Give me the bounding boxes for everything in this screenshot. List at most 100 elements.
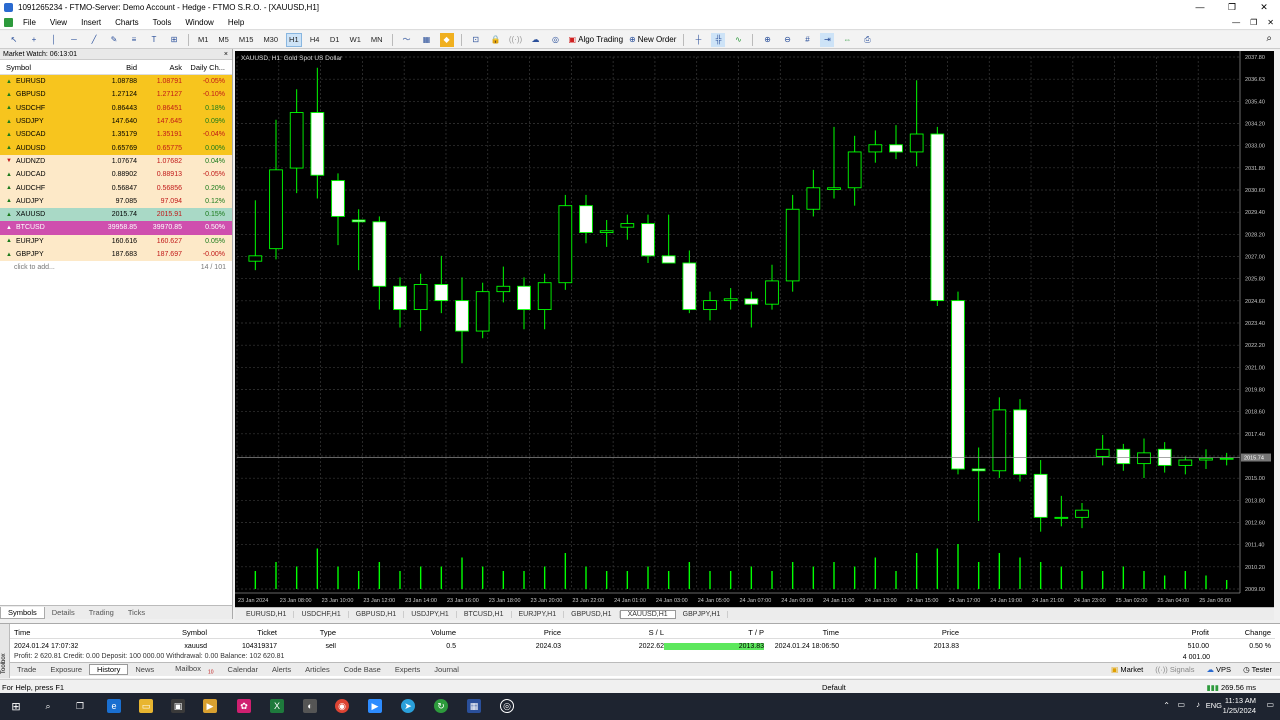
chrome-icon[interactable]: ◉	[335, 699, 349, 713]
status-profile[interactable]: Default	[822, 683, 846, 692]
app-icon-3[interactable]: ◐	[303, 699, 317, 713]
screenshot-icon[interactable]: ⎙	[860, 33, 874, 47]
media-icon[interactable]: ▶	[203, 699, 217, 713]
timeframe-h4[interactable]: H4	[308, 33, 322, 47]
channel-icon[interactable]: ≡	[127, 33, 141, 47]
tester-link[interactable]: ◷ Tester	[1243, 665, 1272, 674]
col-tp[interactable]: T / P	[664, 628, 764, 637]
tab-exposure[interactable]: Exposure	[43, 665, 89, 674]
tab-experts[interactable]: Experts	[388, 665, 427, 674]
list-item[interactable]: ▲ XAUUSD 2015.74 2015.91 0.15%	[0, 207, 232, 222]
mdi-close-button[interactable]: ✕	[1267, 15, 1274, 30]
signal-icon[interactable]: ((·))	[509, 33, 523, 47]
edge-icon[interactable]: e	[107, 699, 121, 713]
pen-icon[interactable]: ✎	[107, 33, 121, 47]
col-ticket[interactable]: Ticket	[207, 628, 277, 637]
menu-tools[interactable]: Tools	[147, 18, 180, 27]
col-volume[interactable]: Volume	[336, 628, 456, 637]
excel-icon[interactable]: X	[270, 699, 284, 713]
crosshair-icon[interactable]: +	[27, 33, 41, 47]
list-item[interactable]: ▲ USDCAD 1.35179 1.35191 -0.04%	[0, 128, 232, 142]
bar-chart-icon[interactable]: ┼	[691, 33, 705, 47]
tab-calendar[interactable]: Calendar	[221, 665, 265, 674]
chart-shift-icon[interactable]: ⇔	[840, 33, 854, 47]
new-order-button[interactable]: ⊕ New Order	[629, 33, 676, 47]
tab-details[interactable]: Details	[45, 607, 82, 618]
maximize-button[interactable]: ❐	[1216, 0, 1248, 15]
list-item[interactable]: ▼ AUDNZD 1.07674 1.07682 0.04%	[0, 154, 232, 169]
volume-icon[interactable]: ♪	[1196, 700, 1200, 709]
timeframe-d1[interactable]: D1	[328, 33, 342, 47]
store-icon[interactable]: ▣	[171, 699, 185, 713]
file-explorer-icon[interactable]: ▭	[139, 699, 153, 713]
tab-articles[interactable]: Articles	[298, 665, 337, 674]
list-item[interactable]: ▲ EURJPY 160.616 160.627 0.05%	[0, 234, 232, 248]
list-item[interactable]: ▲ GBPUSD 1.27124 1.27127 -0.10%	[0, 88, 232, 102]
col-close-time[interactable]: Time	[764, 628, 839, 637]
close-icon[interactable]: ×	[224, 49, 228, 60]
horizontal-line-icon[interactable]: ─	[67, 33, 81, 47]
list-item[interactable]: ▲ BTCUSD 39958.85 39970.85 0.50%	[0, 221, 232, 235]
chart-tab-usdjpy[interactable]: USDJPY,H1	[404, 610, 457, 618]
mdi-restore-button[interactable]: ❐	[1250, 15, 1257, 30]
menu-view[interactable]: View	[44, 18, 75, 27]
menu-insert[interactable]: Insert	[75, 18, 109, 27]
chart-tab-eurusd[interactable]: EURUSD,H1	[239, 610, 295, 618]
tab-alerts[interactable]: Alerts	[265, 665, 298, 674]
col-close-price[interactable]: Price	[839, 628, 959, 637]
tab-trading[interactable]: Trading	[82, 607, 121, 618]
tab-ticks[interactable]: Ticks	[121, 607, 152, 618]
list-item[interactable]: ▲ AUDJPY 97.085 97.094 0.12%	[0, 194, 232, 208]
timeframe-mn[interactable]: MN	[369, 33, 385, 47]
list-item[interactable]: ▲ AUDCAD 0.88902 0.88913 -0.05%	[0, 168, 232, 182]
col-change[interactable]: Change	[1209, 628, 1271, 637]
shapes-icon[interactable]: ⊞	[167, 33, 181, 47]
trend-line-icon[interactable]: ╱	[87, 33, 101, 47]
menu-charts[interactable]: Charts	[109, 18, 147, 27]
templates-icon[interactable]: ▦	[420, 33, 434, 47]
tab-news[interactable]: News	[128, 665, 161, 674]
tab-journal[interactable]: Journal	[427, 665, 466, 674]
chart-tab-usdchf[interactable]: USDCHF,H1	[294, 610, 349, 618]
cursor-icon[interactable]: ↖	[7, 33, 21, 47]
taskbar-search-icon[interactable]: ⌕	[41, 699, 55, 713]
algo-trading-button[interactable]: ▣ Algo Trading	[569, 33, 623, 47]
zoom-icon[interactable]: ▶	[368, 699, 382, 713]
timeframe-m1[interactable]: M1	[196, 33, 210, 47]
col-symbol[interactable]: Symbol	[160, 628, 207, 637]
menu-help[interactable]: Help	[222, 18, 252, 27]
col-profit[interactable]: Profit	[959, 628, 1209, 637]
autoscroll-icon[interactable]: ⇥	[820, 32, 835, 47]
app-icon-2[interactable]: ✿	[237, 699, 251, 713]
list-item[interactable]: ▲ AUDUSD 0.65769 0.65775 0.00%	[0, 141, 232, 155]
chart-tab-btcusd[interactable]: BTCUSD,H1	[457, 610, 512, 618]
grid-icon[interactable]: #	[800, 33, 814, 47]
line-chart-icon[interactable]: ∿	[731, 33, 745, 47]
text-icon[interactable]: T	[147, 33, 161, 47]
list-item[interactable]: ▲ USDCHF 0.86443 0.86451 0.18%	[0, 101, 232, 115]
col-sl[interactable]: S / L	[561, 628, 664, 637]
col-price[interactable]: Price	[456, 628, 561, 637]
header-ask[interactable]: Ask	[137, 63, 182, 72]
chart-tab-xauusd[interactable]: XAUUSD,H1	[619, 609, 676, 619]
tab-history[interactable]: History	[89, 664, 129, 675]
header-symbol[interactable]: Symbol	[0, 63, 95, 72]
tab-trade[interactable]: Trade	[10, 665, 43, 674]
market-link[interactable]: ▣ Market	[1111, 665, 1143, 674]
metatrader-icon[interactable]: ▦	[467, 699, 481, 713]
lock-icon[interactable]: 🔒	[489, 33, 503, 47]
windows-start-icon[interactable]: ⊞	[9, 699, 23, 713]
header-bid[interactable]: Bid	[95, 63, 137, 72]
cloud-icon[interactable]: ☁	[529, 33, 543, 47]
chart-tab-gbpusd-2[interactable]: GBPUSD,H1	[564, 610, 620, 618]
timeframe-h1[interactable]: H1	[286, 32, 302, 47]
price-chart[interactable]: 2037.80 2036.63 2035.40 2034.20 2033.00 2031.…	[235, 51, 1274, 607]
menu-window[interactable]: Window	[179, 18, 221, 27]
timeframe-m15[interactable]: M15	[237, 33, 256, 47]
list-item[interactable]: ▲ AUDCHF 0.56847 0.56856 0.20%	[0, 181, 232, 195]
col-type[interactable]: Type	[277, 628, 336, 637]
ide-icon[interactable]: ⊡	[469, 33, 483, 47]
signals-link[interactable]: ((·)) Signals	[1155, 665, 1194, 674]
timeframe-w1[interactable]: W1	[348, 33, 363, 47]
list-item[interactable]: ▲ GBPJPY 187.683 187.697 -0.00%	[0, 247, 232, 262]
